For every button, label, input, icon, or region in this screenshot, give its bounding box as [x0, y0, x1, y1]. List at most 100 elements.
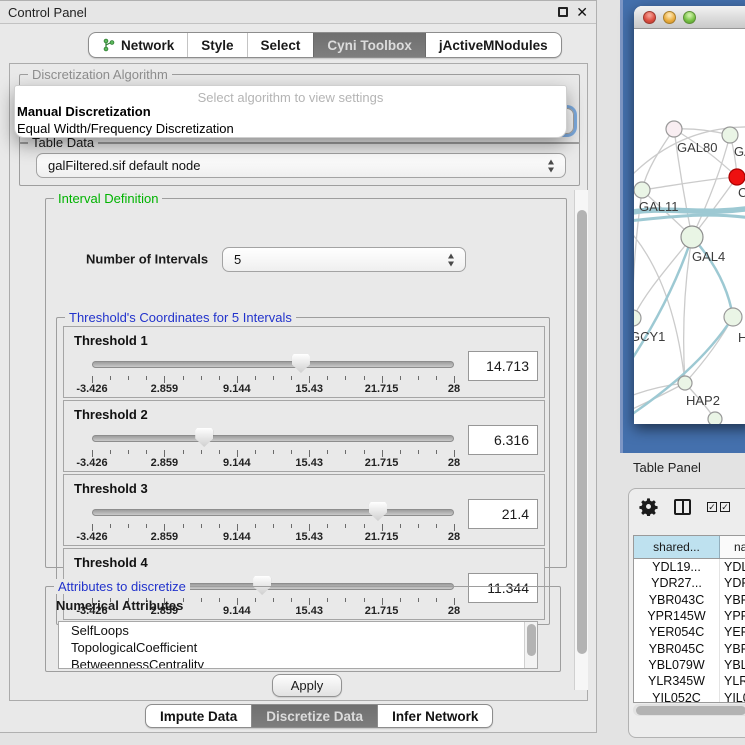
menu-item-manual-discretization[interactable]: Manual Discretization [17, 104, 557, 119]
cell-shared-name: YBR043C [634, 592, 720, 608]
slider-track[interactable] [92, 361, 454, 368]
network-node-gal11[interactable] [634, 182, 650, 198]
tab-network[interactable]: Network [89, 33, 187, 57]
slider-tick [382, 450, 383, 457]
restore-icon[interactable] [558, 7, 568, 17]
cell-shared-name: YPR145W [634, 608, 720, 624]
threshold-value-field[interactable]: 6.316 [468, 425, 538, 455]
slider-tick [364, 376, 365, 380]
slider-thumb[interactable] [292, 354, 310, 373]
table-panel-title: Table Panel [633, 460, 701, 475]
slider-thumb[interactable] [369, 502, 387, 521]
network-node-gal4[interactable] [681, 226, 703, 248]
slider-tick [146, 450, 147, 454]
network-canvas[interactable]: GAL80GACGAL11GAL4GCY1HHAP2 [634, 29, 745, 424]
table-row[interactable]: YDL19...YDL1 [634, 559, 745, 575]
slider-tick [400, 376, 401, 380]
tab-style[interactable]: Style [187, 33, 246, 57]
network-node-ga[interactable] [722, 127, 738, 143]
table-row[interactable]: YDR27...YDR2 [634, 575, 745, 591]
table-row[interactable]: YBR045CYBR0 [634, 640, 745, 656]
menu-item-equal-width-frequency[interactable]: Equal Width/Frequency Discretization [17, 121, 557, 136]
table-row[interactable]: YLR345WYLR3 [634, 673, 745, 689]
slider-tick [291, 524, 292, 528]
num-intervals-combobox[interactable]: 5 [222, 247, 466, 272]
gear-icon[interactable] [639, 497, 658, 516]
threshold-label: Threshold 3 [74, 481, 148, 496]
slider-tick-label: -3.426 [76, 457, 107, 469]
slider-tick [255, 376, 256, 380]
attribute-list-item[interactable]: TopologicalCoefficient [59, 639, 537, 656]
table-row[interactable]: YIL052CYIL0 [634, 689, 745, 703]
control-panel-titlebar[interactable]: Control Panel ✕ [0, 1, 596, 24]
slider-tick [436, 450, 437, 454]
slider-tick [110, 376, 111, 380]
cell-shared-name: YDR27... [634, 575, 720, 591]
table-row[interactable]: YBL079WYBL0 [634, 657, 745, 673]
network-node-gal80[interactable] [666, 121, 682, 137]
threshold-value-field[interactable]: 21.4 [468, 499, 538, 529]
table-data-combobox[interactable]: galFiltered.sif default node [36, 153, 566, 178]
network-node-hap2[interactable] [678, 376, 692, 390]
network-node[interactable] [708, 412, 722, 424]
attribute-list-item[interactable]: SelfLoops [59, 622, 537, 639]
slider-tick-label: 28 [448, 531, 460, 543]
slider-thumb[interactable] [195, 428, 213, 447]
slider-tick [382, 376, 383, 383]
network-window-titlebar[interactable] [634, 6, 745, 29]
tab-select[interactable]: Select [247, 33, 314, 57]
tab-jactivemnodules[interactable]: jActiveMNodules [425, 33, 561, 57]
minimize-traffic-light-icon[interactable] [663, 11, 676, 24]
network-node-gcy1[interactable] [634, 310, 641, 326]
tab-infer-network[interactable]: Infer Network [377, 705, 492, 727]
slider-tick-label: 2.859 [151, 383, 179, 395]
attribute-list-item[interactable]: BetweennessCentrality [59, 656, 537, 669]
zoom-traffic-light-icon[interactable] [683, 11, 696, 24]
split-columns-icon[interactable] [674, 499, 691, 515]
threshold-value-field[interactable]: 14.713 [468, 351, 538, 381]
control-panel-window: Control Panel ✕ NetworkStyle Select Cyni T… [0, 0, 597, 733]
table-row[interactable]: YER054CYER0 [634, 624, 745, 640]
close-icon[interactable]: ✕ [576, 7, 588, 17]
slider-tick [164, 376, 165, 383]
slider-tick [201, 376, 202, 380]
column-header-shared-name[interactable]: shared... [634, 536, 720, 558]
checkbox-icon[interactable]: ✓ [720, 502, 730, 512]
interval-definition-group: Interval Definition Number of Intervals … [45, 198, 567, 568]
table-horizontal-scrollbar[interactable] [633, 704, 745, 716]
slider-tick [454, 524, 455, 531]
tab-label: Select [261, 38, 301, 53]
tab-discretize-data[interactable]: Discretize Data [251, 705, 377, 727]
slider-tick [237, 376, 238, 383]
network-node-h[interactable] [724, 308, 742, 326]
column-header-name[interactable]: na [720, 536, 745, 558]
table-row[interactable]: YPR145WYPR1 [634, 608, 745, 624]
numerical-attributes-list[interactable]: SelfLoopsTopologicalCoefficientBetweenne… [58, 621, 538, 669]
slider-track[interactable] [92, 435, 454, 442]
slider-tick [183, 524, 184, 528]
close-traffic-light-icon[interactable] [643, 11, 656, 24]
slider-tick [291, 450, 292, 454]
cell-name: YBR0 [720, 640, 745, 656]
table-row[interactable]: YBR043CYBR0 [634, 592, 745, 608]
slider-tick [201, 450, 202, 454]
tab-label: jActiveMNodules [439, 38, 548, 53]
slider-tick [92, 524, 93, 531]
apply-button[interactable]: Apply [272, 674, 342, 697]
network-node-label: GAL11 [639, 199, 679, 214]
slider-tick-label: 21.715 [365, 531, 399, 543]
scrollbar-thumb[interactable] [636, 706, 745, 715]
tab-cyni-toolbox[interactable]: Cyni Toolbox [313, 33, 425, 57]
checkbox-icon[interactable]: ✓ [707, 502, 717, 512]
slider-tick [364, 524, 365, 528]
table-panel: ✓ ✓ shared... na YDL19...YDL1YDR27...YDR… [628, 488, 745, 738]
tab-impute-data[interactable]: Impute Data [146, 705, 251, 727]
content-scrollbar[interactable] [574, 190, 588, 690]
attributes-list-scrollbar[interactable] [524, 622, 537, 668]
slider-track[interactable] [92, 509, 454, 516]
numerical-attributes-label: Numerical Attributes [56, 598, 183, 613]
slider-tick [255, 524, 256, 528]
slider-tick-label: 2.859 [151, 457, 179, 469]
slider-tick [128, 524, 129, 528]
network-node-c[interactable] [729, 169, 745, 185]
